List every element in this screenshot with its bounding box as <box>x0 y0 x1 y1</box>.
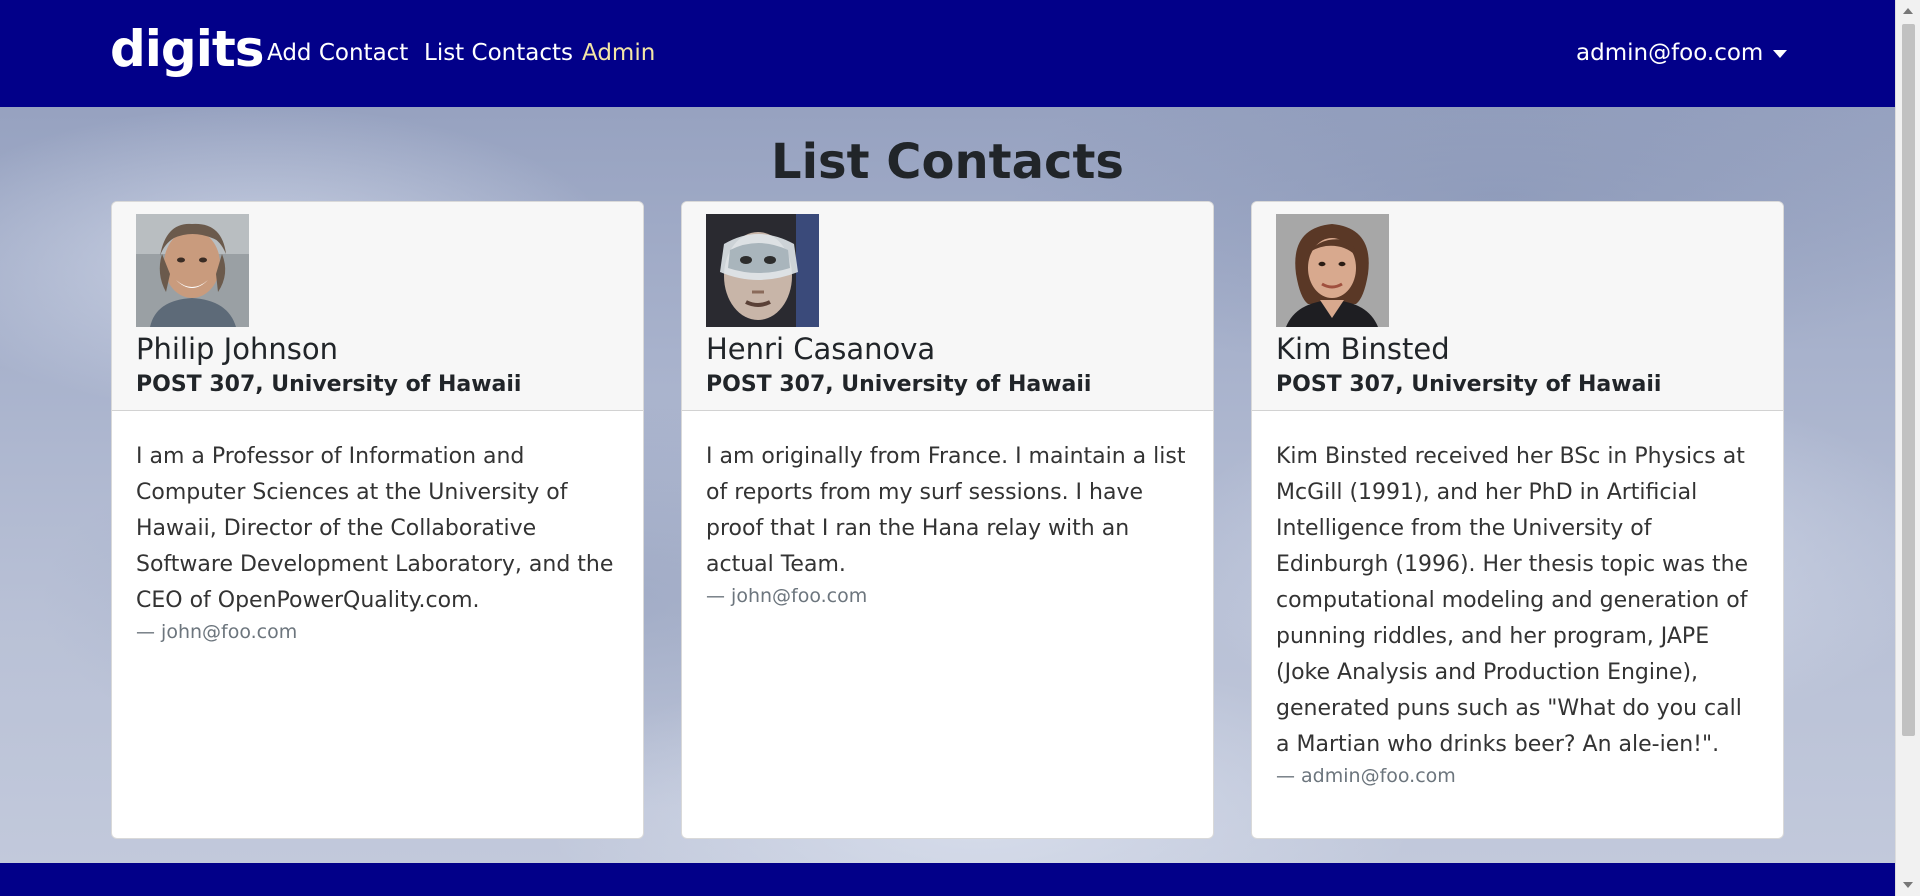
contact-name: Kim Binsted <box>1276 332 1450 366</box>
contact-owner: — john@foo.com <box>706 585 868 607</box>
user-dropdown[interactable]: admin@foo.com <box>1576 40 1788 66</box>
top-navbar: digits Add Contact List Contacts Admin a… <box>0 0 1895 107</box>
contact-name: Henri Casanova <box>706 332 936 366</box>
card-body: I am originally from France. I maintain … <box>682 411 1213 637</box>
contact-photo <box>706 214 819 327</box>
card-header: Philip Johnson POST 307, University of H… <box>112 202 643 411</box>
nav-add-contact[interactable]: Add Contact <box>267 40 408 66</box>
contact-description: I am originally from France. I maintain … <box>706 444 1186 577</box>
contact-card: Philip Johnson POST 307, University of H… <box>111 201 644 839</box>
contact-card: Kim Binsted POST 307, University of Hawa… <box>1251 201 1784 839</box>
contact-description: I am a Professor of Information and Comp… <box>136 444 614 613</box>
contact-photo <box>1276 214 1389 327</box>
contact-description: Kim Binsted received her BSc in Physics … <box>1276 444 1749 757</box>
card-body: Kim Binsted received her BSc in Physics … <box>1252 411 1783 817</box>
nav-list-contacts[interactable]: List Contacts <box>424 40 573 66</box>
card-header: Kim Binsted POST 307, University of Hawa… <box>1252 202 1783 411</box>
card-header: Henri Casanova POST 307, University of H… <box>682 202 1213 411</box>
contact-owner: — admin@foo.com <box>1276 765 1456 787</box>
user-email: admin@foo.com <box>1576 40 1764 66</box>
scroll-up-arrow-icon[interactable] <box>1903 8 1913 14</box>
brand-logo-link[interactable]: digits <box>110 20 265 78</box>
contact-card: Henri Casanova POST 307, University of H… <box>681 201 1214 839</box>
contact-name: Philip Johnson <box>136 332 338 366</box>
scroll-down-arrow-icon[interactable] <box>1903 882 1913 888</box>
contact-photo <box>136 214 249 327</box>
contact-address: POST 307, University of Hawaii <box>706 372 1092 397</box>
card-body: I am a Professor of Information and Comp… <box>112 411 643 673</box>
page-title: List Contacts <box>771 134 1124 190</box>
vertical-scrollbar[interactable] <box>1895 0 1920 896</box>
nav-admin[interactable]: Admin <box>582 40 655 66</box>
contact-owner: — john@foo.com <box>136 621 298 643</box>
page-footer <box>0 863 1895 896</box>
caret-down-icon <box>1773 50 1788 58</box>
scrollbar-thumb[interactable] <box>1902 24 1915 736</box>
contact-address: POST 307, University of Hawaii <box>136 372 522 397</box>
contact-address: POST 307, University of Hawaii <box>1276 372 1662 397</box>
